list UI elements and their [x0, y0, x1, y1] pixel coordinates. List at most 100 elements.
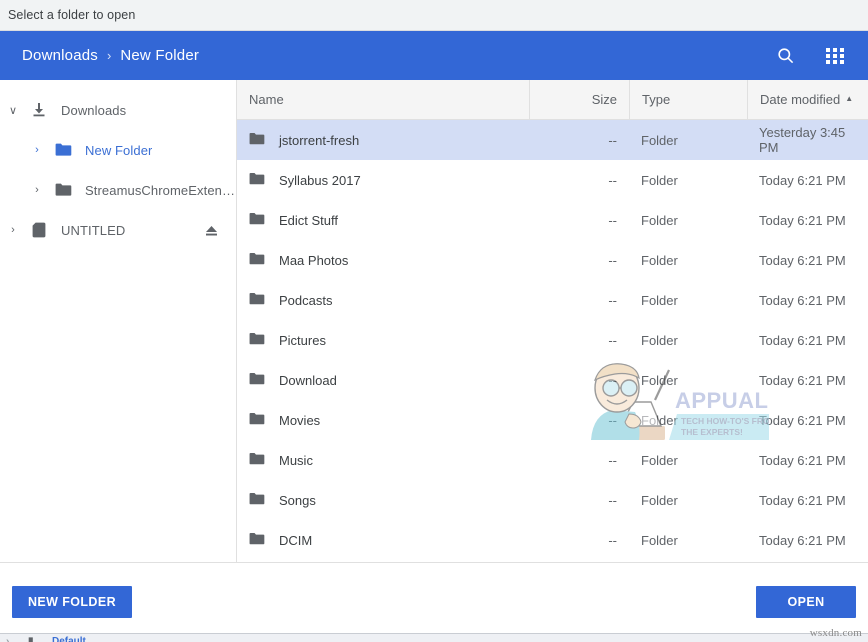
sidebar-item-label: Downloads [52, 103, 126, 118]
folder-icon [50, 183, 76, 197]
file-name-label: Movies [279, 413, 320, 428]
cell-name: Edict Stuff [237, 200, 529, 240]
column-header-label: Name [249, 92, 284, 107]
cell-name: Movies [237, 400, 529, 440]
cell-date-modified: Today 6:21 PM [747, 280, 868, 320]
dialog-title: Select a folder to open [8, 8, 135, 22]
column-header-label: Type [642, 92, 670, 107]
breadcrumb-item-new-folder[interactable]: New Folder [120, 47, 199, 64]
file-name-label: jstorrent-fresh [279, 133, 359, 148]
sidebar-item-downloads[interactable]: ∨ Downloads [0, 90, 236, 130]
cell-name: Pictures [237, 320, 529, 360]
file-name-label: Music [279, 453, 313, 468]
chevron-right-icon[interactable]: › [24, 144, 50, 156]
chevron-right-icon[interactable]: › [0, 224, 26, 236]
folder-icon [249, 532, 265, 549]
folder-icon [249, 412, 265, 429]
folder-icon [249, 132, 265, 149]
table-row[interactable]: Pictures--FolderToday 6:21 PM [237, 320, 868, 360]
table-row[interactable]: Download--FolderToday 6:21 PM [237, 360, 868, 400]
dialog-header: Downloads › New Folder [0, 31, 868, 80]
dialog-titlebar: Select a folder to open [0, 0, 868, 31]
file-name-label: Songs [279, 493, 316, 508]
column-header-date-modified[interactable]: Date modified ▲ [747, 80, 868, 120]
background-chevron-icon: › [6, 636, 9, 642]
breadcrumb-item-downloads[interactable]: Downloads [22, 47, 98, 64]
background-folder-icon: ▮ [28, 636, 34, 642]
cell-type: Folder [629, 280, 747, 320]
sidebar: ∨ Downloads › New Folder › [0, 80, 237, 562]
file-list-rows: jstorrent-fresh--FolderYesterday 3:45 PM… [237, 120, 868, 562]
file-list-header: Name Size Type Date modified ▲ [237, 80, 868, 120]
table-row[interactable]: Songs--FolderToday 6:21 PM [237, 480, 868, 520]
new-folder-button[interactable]: NEW FOLDER [12, 586, 132, 618]
search-icon[interactable] [772, 43, 798, 69]
sidebar-item-new-folder[interactable]: › New Folder [0, 130, 236, 170]
cell-size: -- [529, 160, 629, 200]
background-item-label: Default [52, 636, 86, 642]
file-name-label: Syllabus 2017 [279, 173, 361, 188]
column-header-size[interactable]: Size [529, 80, 629, 120]
table-row[interactable]: Movies --FolderToday 6:21 PM [237, 400, 868, 440]
file-picker-dialog: Select a folder to open Downloads › New … [0, 0, 868, 642]
dialog-body: ∨ Downloads › New Folder › [0, 80, 868, 562]
sidebar-item-label: UNTITLED [52, 223, 125, 238]
column-header-type[interactable]: Type [629, 80, 747, 120]
file-list-pane: Name Size Type Date modified ▲ jstorrent… [237, 80, 868, 562]
chevron-down-icon[interactable]: ∨ [0, 104, 26, 117]
open-button[interactable]: OPEN [756, 586, 856, 618]
background-page-strip: › ▮ Default [0, 633, 868, 642]
cell-type: Folder [629, 480, 747, 520]
cell-type: Folder [629, 200, 747, 240]
cell-size: -- [529, 480, 629, 520]
folder-icon [249, 252, 265, 269]
eject-icon[interactable] [202, 221, 220, 239]
cell-size: -- [529, 280, 629, 320]
table-row[interactable]: Music--FolderToday 6:21 PM [237, 440, 868, 480]
table-row[interactable]: Syllabus 2017--FolderToday 6:21 PM [237, 160, 868, 200]
sidebar-item-label: StreamusChromeExtensi… [76, 183, 236, 198]
folder-icon [249, 492, 265, 509]
table-row[interactable]: DCIM--FolderToday 6:21 PM [237, 520, 868, 560]
sdcard-icon [26, 222, 52, 238]
dialog-footer: NEW FOLDER OPEN [0, 562, 868, 640]
cell-size: -- [529, 120, 629, 160]
folder-icon [249, 292, 265, 309]
cell-size: -- [529, 400, 629, 440]
table-row[interactable]: jstorrent-fresh--FolderYesterday 3:45 PM [237, 120, 868, 160]
column-header-label: Size [592, 92, 617, 107]
chevron-right-icon[interactable]: › [24, 184, 50, 196]
table-row[interactable]: Podcasts--FolderToday 6:21 PM [237, 280, 868, 320]
file-name-label: DCIM [279, 533, 312, 548]
cell-name: Music [237, 440, 529, 480]
sidebar-item-streamus-chrome-extension[interactable]: › StreamusChromeExtensi… [0, 170, 236, 210]
cell-date-modified: Today 6:21 PM [747, 440, 868, 480]
sidebar-item-untitled[interactable]: › UNTITLED [0, 210, 236, 250]
cell-name: Maa Photos [237, 240, 529, 280]
folder-icon [249, 372, 265, 389]
grid-view-icon[interactable] [822, 43, 848, 69]
cell-name: Download [237, 360, 529, 400]
table-row[interactable]: Maa Photos--FolderToday 6:21 PM [237, 240, 868, 280]
folder-icon [249, 172, 265, 189]
cell-date-modified: Today 6:21 PM [747, 400, 868, 440]
cell-type: Folder [629, 400, 747, 440]
cell-type: Folder [629, 440, 747, 480]
file-name-label: Maa Photos [279, 253, 348, 268]
cell-type: Folder [629, 320, 747, 360]
breadcrumb-separator-icon: › [107, 49, 111, 62]
cell-name: jstorrent-fresh [237, 120, 529, 160]
breadcrumb: Downloads › New Folder [22, 47, 772, 64]
cell-date-modified: Today 6:21 PM [747, 320, 868, 360]
folder-icon [249, 452, 265, 469]
column-header-name[interactable]: Name [237, 80, 529, 120]
cell-name: Podcasts [237, 280, 529, 320]
cell-size: -- [529, 320, 629, 360]
cell-date-modified: Today 6:21 PM [747, 360, 868, 400]
folder-icon [249, 332, 265, 349]
cell-type: Folder [629, 360, 747, 400]
file-name-label: Edict Stuff [279, 213, 338, 228]
table-row[interactable]: Edict Stuff--FolderToday 6:21 PM [237, 200, 868, 240]
cell-size: -- [529, 520, 629, 560]
cell-type: Folder [629, 120, 747, 160]
